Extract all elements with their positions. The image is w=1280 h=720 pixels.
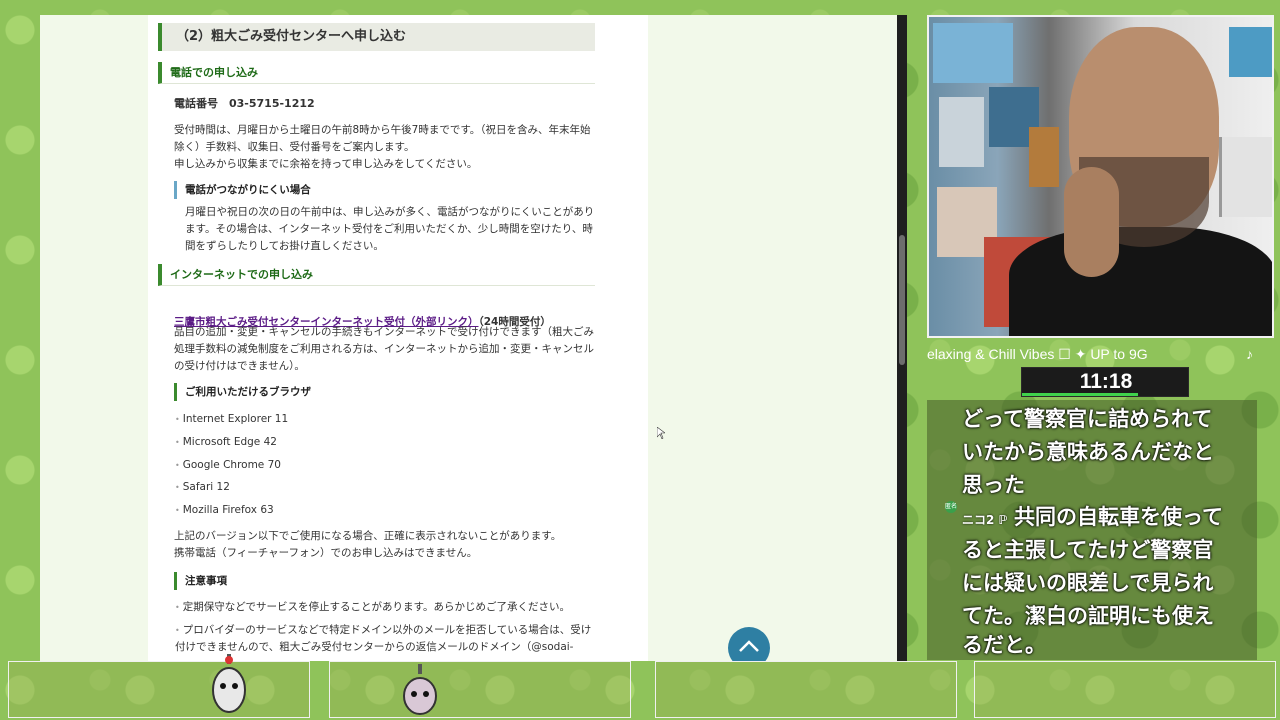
wall-poster (1029, 127, 1059, 187)
chat-message: には疑いの眼差しで見られ (962, 571, 1214, 595)
bottom-slot (974, 661, 1276, 718)
person-hand (1064, 167, 1119, 277)
note-item: 定期保守などでサービスを停止することがあります。あらかじめご了承ください。 (175, 599, 570, 616)
music-note-icon: ♪ (1246, 346, 1253, 362)
browser-item: Microsoft Edge 42 (175, 434, 277, 451)
bottom-slot (655, 661, 957, 718)
note-item: プロバイダーのサービスなどで特定ドメイン以外のメールを拒否している場合は、受け … (175, 622, 595, 656)
chat-message: るだと。 (962, 633, 1046, 657)
chat-message: どって警察官に詰められて (962, 407, 1213, 431)
clock-time: 11:18 (1079, 370, 1133, 393)
chat-message: 思った (962, 473, 1025, 497)
chevron-up-icon (739, 640, 759, 652)
phone-number: 電話番号 03-5715-1212 (174, 97, 315, 110)
chat-message: いたから意味あるんだなと (962, 440, 1214, 464)
ticker-text: elaxing & Chill Vibes ☐ ✦ UP to 9G (927, 346, 1148, 362)
browser-viewport: （2）粗大ごみ受付センターへ申し込む 電話での申し込み 電話番号 03-5715… (40, 15, 907, 661)
phone-busy-text: 月曜日や祝日の次の日の午前中は、申し込みが多く、電話がつながりにくいことがあり … (185, 206, 595, 252)
clock-progress-bar (1022, 393, 1139, 396)
notes-heading: 注意事項 (174, 572, 594, 590)
chat-message: ると主張してたけど警察官 (962, 538, 1214, 562)
chat-username: ニコ2 ℙ (962, 513, 1008, 527)
wall-poster (1229, 27, 1272, 77)
scrollbar-thumb[interactable] (899, 235, 905, 365)
internet-body-text: 品目の追加・変更・キャンセルの手続きもインターネットで受け付けできます（粗大ごみ… (174, 326, 594, 372)
phone-hours-text: 受付時間は、月曜日から土曜日の午前8時から午後7時までです。（祝日を含み、年末年… (174, 124, 591, 170)
internet-section-heading: インターネットでの申し込み (158, 264, 595, 286)
bottom-slot (8, 654, 310, 718)
browsers-note: 上記のバージョン以下でご使用になる場合、正確に表示されないことがあります。 携帯… (174, 530, 562, 559)
chat-user-badge: 匿名 (945, 501, 957, 513)
back-to-top-button[interactable] (728, 627, 770, 661)
browsers-heading: ご利用いただけるブラウザ (174, 383, 594, 401)
robot-sprite-icon (403, 664, 437, 715)
webcam-feed (927, 15, 1274, 338)
chat-message: 共同の自転車を使って (1014, 505, 1223, 529)
phone-section-heading: 電話での申し込み (158, 62, 595, 84)
browser-item: Google Chrome 70 (175, 457, 281, 474)
music-ticker: elaxing & Chill Vibes ☐ ✦ UP to 9G ♪ (927, 343, 1255, 365)
mouse-cursor-icon (657, 427, 665, 439)
bottom-slot (329, 661, 631, 718)
clock-widget: 11:18 (1021, 367, 1189, 397)
browser-item: Mozilla Firefox 63 (175, 502, 274, 519)
wall-poster (933, 23, 1013, 83)
wall-poster (939, 97, 984, 167)
bookshelf (1219, 137, 1272, 217)
robot-sprite-icon (212, 654, 246, 713)
browser-item: Internet Explorer 11 (175, 411, 288, 428)
browser-item: Safari 12 (175, 479, 230, 496)
section-heading: （2）粗大ごみ受付センターへ申し込む (158, 23, 595, 51)
phone-busy-heading: 電話がつながりにくい場合 (174, 181, 594, 199)
